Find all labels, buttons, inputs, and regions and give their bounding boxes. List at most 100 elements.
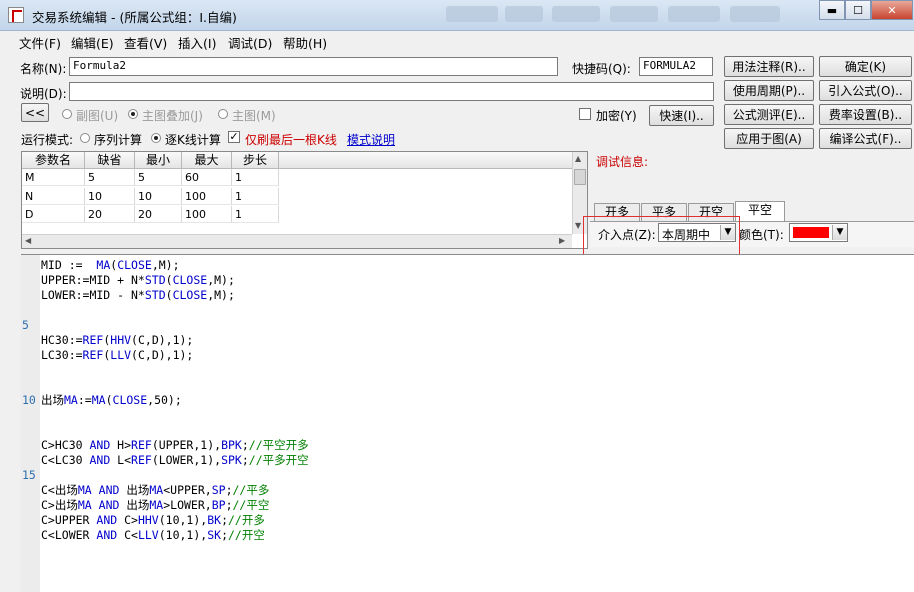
radio-main-overlay-label: 主图叠加(J) xyxy=(142,109,203,123)
params-table[interactable]: 参数名 缺省 最小 最大 步长 M 5 5 60 1 N 10 10 100 1… xyxy=(21,151,588,249)
run-mode-label: 运行模式: xyxy=(21,133,74,147)
chevron-down-icon[interactable]: ▼ xyxy=(832,225,847,240)
title-bar[interactable]: 交易系统编辑 - (所属公式组：I.自编) ▬ ☐ ✕ xyxy=(0,0,914,31)
shortcut-label: 快捷码(Q): xyxy=(572,62,631,76)
encrypt-checkbox[interactable] xyxy=(579,108,591,120)
param-cell[interactable]: D xyxy=(22,206,85,223)
code-line[interactable]: C<LC30 AND L<REF(LOWER,1),SPK;//平多开空 xyxy=(41,453,309,468)
color-swatch xyxy=(793,227,829,238)
scroll-left-icon[interactable]: ◀ xyxy=(25,236,31,245)
code-line[interactable]: MID := MA(CLOSE,M); xyxy=(41,258,180,273)
blurred-region xyxy=(668,6,720,22)
param-cell[interactable]: 1 xyxy=(232,169,279,186)
code-line[interactable]: C<LOWER AND C<LLV(10,1),SK;//开空 xyxy=(41,528,265,543)
code-line[interactable]: C>出场MA AND 出场MA>LOWER,BP;//平空 xyxy=(41,498,269,513)
param-cell[interactable]: M xyxy=(22,169,85,186)
code-line[interactable]: LOWER:=MID - N*STD(CLOSE,M); xyxy=(41,288,235,303)
params-header-min[interactable]: 最小 xyxy=(135,152,182,169)
param-cell[interactable]: 60 xyxy=(182,169,232,186)
radio-main-chart-label: 主图(M) xyxy=(232,109,276,123)
code-line[interactable]: C>HC30 AND H>REF(UPPER,1),BPK;//平空开多 xyxy=(41,438,309,453)
line-gutter xyxy=(21,255,40,592)
quick-button[interactable]: 快速(I).. xyxy=(649,105,714,126)
code-line[interactable]: C>UPPER AND C>HHV(10,1),BK;//开多 xyxy=(41,513,265,528)
scroll-right-icon[interactable]: ▶ xyxy=(559,236,565,245)
menu-help[interactable]: 帮助(H) xyxy=(283,33,327,52)
blurred-region xyxy=(730,6,780,22)
line-number: 15 xyxy=(22,468,36,482)
collapse-button[interactable]: << xyxy=(21,103,49,122)
menu-debug[interactable]: 调试(D) xyxy=(228,33,272,52)
last-bar-label: 仅刷最后一根K线 xyxy=(245,133,337,147)
menu-insert[interactable]: 插入(I) xyxy=(178,33,216,52)
code-line[interactable]: LC30:=REF(LLV(C,D),1); xyxy=(41,348,193,363)
menu-bar: 文件(F) 编辑(E) 查看(V) 插入(I) 调试(D) 帮助(H) xyxy=(0,31,914,51)
param-cell[interactable]: 20 xyxy=(135,206,182,223)
menu-edit[interactable]: 编辑(E) xyxy=(71,33,114,52)
confirm-button[interactable]: 确定(K) xyxy=(819,56,912,77)
formula-test-button[interactable]: 公式测评(E).. xyxy=(724,104,814,125)
menu-file[interactable]: 文件(F) xyxy=(19,33,61,52)
blurred-region xyxy=(446,6,498,22)
apply-to-chart-button[interactable]: 应用于图(A) xyxy=(724,128,814,149)
param-cell[interactable]: 100 xyxy=(182,206,232,223)
menu-view[interactable]: 查看(V) xyxy=(124,33,167,52)
params-scroll-thumb[interactable] xyxy=(574,169,586,185)
scroll-up-icon[interactable]: ▲ xyxy=(575,154,581,163)
blurred-region xyxy=(505,6,543,22)
param-cell[interactable]: 10 xyxy=(85,188,135,205)
params-header-default[interactable]: 缺省 xyxy=(85,152,135,169)
code-line[interactable]: HC30:=REF(HHV(C,D),1); xyxy=(41,333,193,348)
encrypt-label: 加密(Y) xyxy=(596,109,637,123)
code-line[interactable]: 出场MA:=MA(CLOSE,50); xyxy=(41,393,182,408)
usage-note-button[interactable]: 用法注释(R).. xyxy=(724,56,814,77)
minimize-button[interactable]: ▬ xyxy=(819,0,845,20)
per-bar-calc-label: 逐K线计算 xyxy=(165,133,221,147)
description-label: 说明(D): xyxy=(20,87,67,101)
sequence-calc-label: 序列计算 xyxy=(94,133,143,147)
import-formula-button[interactable]: 引入公式(O).. xyxy=(819,80,912,101)
params-header-filler xyxy=(279,152,573,169)
fee-settings-button[interactable]: 费率设置(B).. xyxy=(819,104,912,125)
param-cell[interactable]: 20 xyxy=(85,206,135,223)
code-line[interactable]: UPPER:=MID + N*STD(CLOSE,M); xyxy=(41,273,235,288)
compile-formula-button[interactable]: 编译公式(F).. xyxy=(819,128,912,149)
radio-sub-chart[interactable] xyxy=(62,109,72,119)
tab-close-short[interactable]: 平空 xyxy=(735,201,785,221)
radio-main-overlay[interactable] xyxy=(128,109,138,119)
name-field[interactable]: Formula2 xyxy=(69,57,558,76)
shortcut-field[interactable]: FORMULA2 xyxy=(639,57,713,76)
params-hscrollbar[interactable]: ◀ ▶ xyxy=(22,234,572,248)
radio-sequence-calc[interactable] xyxy=(80,133,90,143)
params-header-max[interactable]: 最大 xyxy=(182,152,232,169)
color-select[interactable]: ▼ xyxy=(789,223,848,242)
radio-main-chart[interactable] xyxy=(218,109,228,119)
line-number: 10 xyxy=(22,393,36,407)
left-margin xyxy=(0,254,21,591)
code-editor[interactable]: MID := MA(CLOSE,M); UPPER:=MID + N*STD(CL… xyxy=(21,254,914,592)
radio-per-bar-calc[interactable] xyxy=(151,133,161,143)
param-cell[interactable]: 1 xyxy=(232,206,279,223)
mode-help-link[interactable]: 模式说明 xyxy=(347,131,395,148)
params-header-name[interactable]: 参数名 xyxy=(22,152,85,169)
maximize-button[interactable]: ☐ xyxy=(845,0,871,20)
code-line[interactable]: C<出场MA AND 出场MA<UPPER,SP;//平多 xyxy=(41,483,269,498)
params-header-step[interactable]: 步长 xyxy=(232,152,279,169)
param-cell[interactable]: 5 xyxy=(135,169,182,186)
param-cell[interactable]: 10 xyxy=(135,188,182,205)
blurred-region xyxy=(610,6,658,22)
param-cell[interactable]: 100 xyxy=(182,188,232,205)
line-number: 5 xyxy=(22,318,29,332)
last-bar-checkbox[interactable]: ✓ xyxy=(228,131,240,143)
color-label: 颜色(T): xyxy=(739,228,784,242)
param-cell[interactable]: 5 xyxy=(85,169,135,186)
param-cell[interactable]: 1 xyxy=(232,188,279,205)
param-cell[interactable]: N xyxy=(22,188,85,205)
description-field[interactable] xyxy=(69,82,714,101)
blurred-region xyxy=(552,6,600,22)
radio-sub-chart-label: 副图(U) xyxy=(76,109,119,123)
window-title: 交易系统编辑 - (所属公式组：I.自编) xyxy=(32,10,237,25)
close-button[interactable]: ✕ xyxy=(871,0,913,20)
use-period-button[interactable]: 使用周期(P).. xyxy=(724,80,814,101)
scroll-down-icon[interactable]: ▼ xyxy=(575,221,581,230)
